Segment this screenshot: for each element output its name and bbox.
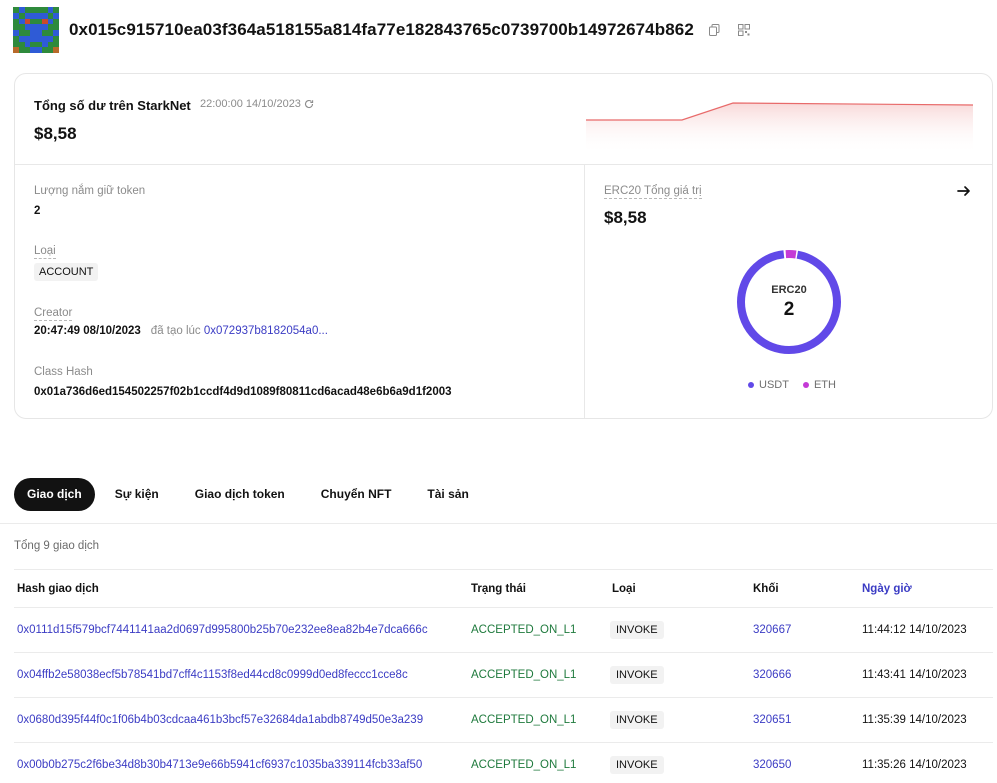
tx-datetime: 11:43:41 14/10/2023 [862,669,967,681]
tx-status: ACCEPTED_ON_L1 [471,759,577,771]
block-link[interactable]: 320650 [753,759,791,771]
legend-dot-usdt [748,382,754,388]
donut-center: ERC20 2 [735,248,843,356]
block-link[interactable]: 320651 [753,714,791,726]
tx-datetime: 11:35:39 14/10/2023 [862,714,967,726]
tx-type-badge: INVOKE [610,621,664,639]
donut-center-label: ERC20 [771,283,807,296]
header-block: Khối [753,582,779,595]
legend-dot-eth [802,382,809,388]
tx-hash-link[interactable]: 0x0680d395f44f0c1f06b4b03cdcaa461b3bcf57… [17,714,423,726]
tx-type-badge: INVOKE [610,666,664,684]
tab-events[interactable]: Sự kiện [99,478,175,511]
block-link[interactable]: 320666 [753,669,791,681]
arrow-right-icon[interactable] [956,183,972,199]
creator-prefix: đã tạo lúc 0x072937b8182054a0... [151,325,328,337]
account-details: Lượng nắm giữ token 2 Loại ACCOUNT Creat… [15,165,585,418]
tab-assets[interactable]: Tài sản [411,478,484,511]
creator-label: Creator [34,307,73,321]
erc20-value: $8,58 [604,208,647,227]
creator-prefix-text: đã tạo lúc [150,325,201,337]
balance-time-text: 22:00:00 14/10/2023 [200,98,301,110]
table-row: 0x0680d395f44f0c1f06b4b03cdcaa461b3bcf57… [14,697,993,742]
tx-status: ACCEPTED_ON_L1 [471,714,577,726]
tab-nft-transfers[interactable]: Chuyển NFT [305,478,408,511]
qr-code-icon[interactable] [737,24,750,36]
legend-label-eth: ETH [813,379,836,391]
balance-sparkline [586,102,973,154]
account-address: 0x015c915710ea03f364a518155a814fa77e1828… [69,20,694,39]
tx-status: ACCEPTED_ON_L1 [471,669,577,681]
header-status: Trạng thái [471,582,526,595]
copy-icon[interactable] [709,24,721,36]
donut-legend: USDT ETH [748,379,836,391]
header-datetime[interactable]: Ngày giờ [862,570,912,607]
token-count-label: Lượng nắm giữ token [34,185,146,197]
transactions-total: Tổng 9 giao dịch [14,540,100,552]
page-header: 0x015c915710ea03f364a518155a814fa77e1828… [13,7,750,53]
refresh-icon[interactable] [304,99,314,109]
balance-value: $8,58 [34,124,77,143]
type-label-text: Loại [34,245,56,259]
legend-item-eth: ETH [802,379,836,391]
donut-center-value: 2 [783,298,795,320]
tab-transactions[interactable]: Giao dịch [14,478,95,511]
tx-hash-link[interactable]: 0x0111d15f579bcf7441141aa2d0697d995800b2… [17,624,428,636]
balance-timestamp: 22:00:00 14/10/2023 [200,98,314,110]
erc20-label-text: ERC20 Tổng giá trị [604,185,702,199]
tx-type-badge: INVOKE [610,756,664,774]
creator-label-text: Creator [34,307,73,321]
account-avatar [13,7,59,53]
tx-type-badge: INVOKE [610,711,664,729]
creator-tx-link[interactable]: 0x072937b8182054a0... [204,325,328,337]
tabs-divider [0,523,997,524]
legend-label-usdt: USDT [759,379,789,391]
tx-datetime: 11:44:12 14/10/2023 [862,624,967,636]
type-badge: ACCOUNT [34,263,99,281]
table-row: 0x00b0b275c2f6be34d8b30b4713e9e66b5941cf… [14,742,993,783]
erc20-label: ERC20 Tổng giá trị [604,185,702,199]
tx-hash-link[interactable]: 0x04ffb2e58038ecf5b78541bd7cff4c1153f8ed… [17,669,408,681]
header-type: Loại [612,582,636,595]
header-hash: Hash giao dịch [17,582,99,595]
tx-status: ACCEPTED_ON_L1 [471,624,577,636]
token-count-value: 2 [34,205,41,217]
balance-section: Tổng số dư trên StarkNet 22:00:00 14/10/… [15,74,992,165]
creator-info: 20:47:49 08/10/2023 đã tạo lúc 0x072937b… [34,325,328,337]
transactions-table: Hash giao dịch Trạng thái Loại Khối Ngày… [14,569,993,783]
class-hash-label: Class Hash [34,366,93,378]
erc20-summary: ERC20 Tổng giá trị $8,58 ERC20 2 USDT ET… [585,165,992,418]
balance-title: Tổng số dư trên StarkNet [34,98,191,113]
table-header: Hash giao dịch Trạng thái Loại Khối Ngày… [14,569,993,607]
block-link[interactable]: 320667 [753,624,791,636]
tab-token-transfers[interactable]: Giao dịch token [179,478,301,511]
table-row: 0x04ffb2e58038ecf5b78541bd7cff4c1153f8ed… [14,652,993,697]
creator-time: 20:47:49 08/10/2023 [34,325,141,337]
type-label: Loại [34,245,56,259]
tab-bar: Giao dịch Sự kiện Giao dịch token Chuyển… [14,478,489,511]
tx-datetime: 11:35:26 14/10/2023 [862,759,967,771]
legend-item-usdt: USDT [748,379,789,391]
tx-hash-link[interactable]: 0x00b0b275c2f6be34d8b30b4713e9e66b5941cf… [17,759,422,771]
class-hash-value: 0x01a736d6ed154502257f02b1ccdf4d9d1089f8… [34,386,452,398]
table-row: 0x0111d15f579bcf7441141aa2d0697d995800b2… [14,607,993,652]
overview-card: Tổng số dư trên StarkNet 22:00:00 14/10/… [14,73,993,419]
